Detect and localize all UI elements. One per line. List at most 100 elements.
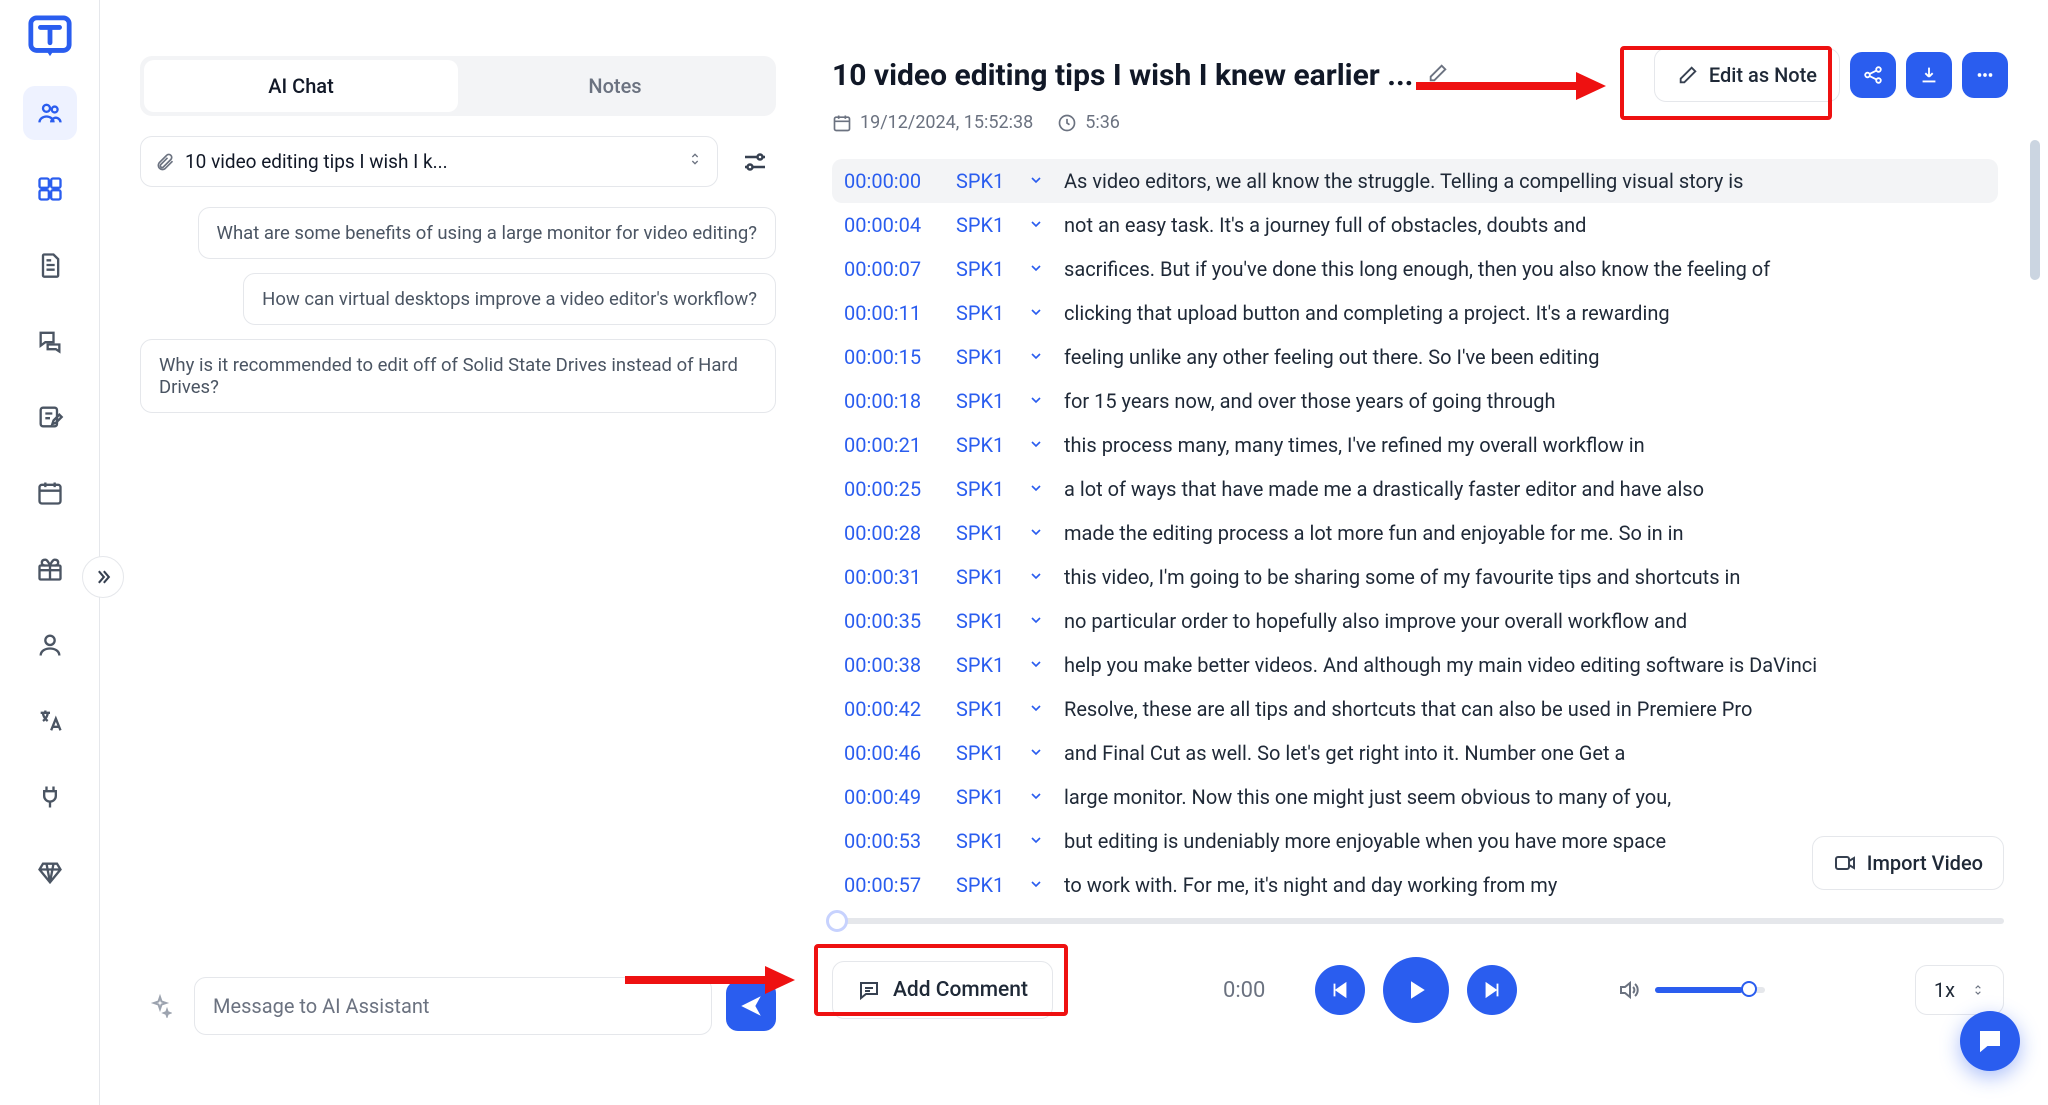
transcript-time[interactable]: 00:00:21: [844, 433, 940, 457]
nav-language-icon[interactable]: [23, 694, 77, 748]
scrollbar[interactable]: [2030, 140, 2040, 280]
nav-user-icon[interactable]: [23, 618, 77, 672]
chevron-down-icon[interactable]: [1028, 521, 1048, 545]
nav-document-icon[interactable]: [23, 238, 77, 292]
playback-track[interactable]: [832, 918, 2004, 924]
transcript-speaker[interactable]: SPK1: [956, 301, 1012, 325]
chevron-down-icon[interactable]: [1028, 345, 1048, 369]
transcript-speaker[interactable]: SPK1: [956, 477, 1012, 501]
transcript-row[interactable]: 00:00:28SPK1made the editing process a l…: [832, 511, 1998, 555]
transcript-speaker[interactable]: SPK1: [956, 741, 1012, 765]
chevron-down-icon[interactable]: [1028, 301, 1048, 325]
chat-settings-button[interactable]: [734, 141, 776, 183]
transcript-speaker[interactable]: SPK1: [956, 433, 1012, 457]
download-button[interactable]: [1906, 52, 1952, 98]
suggestion-item[interactable]: What are some benefits of using a large …: [198, 207, 776, 259]
nav-grid-icon[interactable]: [23, 162, 77, 216]
transcript-row[interactable]: 00:00:49SPK1large monitor. Now this one …: [832, 775, 1998, 819]
transcript-row[interactable]: 00:00:04SPK1not an easy task. It's a jou…: [832, 203, 1998, 247]
next-button[interactable]: [1467, 965, 1517, 1015]
chevron-down-icon[interactable]: [1028, 257, 1048, 281]
chevron-down-icon[interactable]: [1028, 785, 1048, 809]
transcript-time[interactable]: 00:00:35: [844, 609, 940, 633]
transcript-speaker[interactable]: SPK1: [956, 521, 1012, 545]
transcript-speaker[interactable]: SPK1: [956, 565, 1012, 589]
transcript-time[interactable]: 00:00:42: [844, 697, 940, 721]
tab-notes[interactable]: Notes: [458, 60, 772, 112]
volume-handle[interactable]: [1741, 981, 1757, 997]
transcript-time[interactable]: 00:00:38: [844, 653, 940, 677]
nav-plug-icon[interactable]: [23, 770, 77, 824]
transcript-time[interactable]: 00:00:49: [844, 785, 940, 809]
transcript-time[interactable]: 00:00:25: [844, 477, 940, 501]
prev-button[interactable]: [1315, 965, 1365, 1015]
chevron-down-icon[interactable]: [1028, 741, 1048, 765]
nav-diamond-icon[interactable]: [23, 846, 77, 900]
play-button[interactable]: [1383, 957, 1449, 1023]
transcript-row[interactable]: 00:00:46SPK1and Final Cut as well. So le…: [832, 731, 1998, 775]
edit-as-note-button[interactable]: Edit as Note: [1654, 48, 1840, 102]
transcript-time[interactable]: 00:00:15: [844, 345, 940, 369]
chevron-down-icon[interactable]: [1028, 433, 1048, 457]
chevron-down-icon[interactable]: [1028, 873, 1048, 897]
transcript-row[interactable]: 00:00:00SPK1As video editors, we all kno…: [832, 159, 1998, 203]
transcript-row[interactable]: 00:00:25SPK1a lot of ways that have made…: [832, 467, 1998, 511]
transcript-row[interactable]: 00:00:21SPK1this process many, many time…: [832, 423, 1998, 467]
transcript-row[interactable]: 00:00:07SPK1sacrifices. But if you've do…: [832, 247, 1998, 291]
transcript-speaker[interactable]: SPK1: [956, 609, 1012, 633]
transcript-row[interactable]: 00:00:15SPK1feeling unlike any other fee…: [832, 335, 1998, 379]
import-video-button[interactable]: Import Video: [1812, 836, 2004, 890]
transcript-time[interactable]: 00:00:04: [844, 213, 940, 237]
transcript-speaker[interactable]: SPK1: [956, 829, 1012, 853]
nav-people-icon[interactable]: [23, 86, 77, 140]
transcript-time[interactable]: 00:00:57: [844, 873, 940, 897]
playback-handle[interactable]: [826, 910, 848, 932]
transcript-speaker[interactable]: SPK1: [956, 653, 1012, 677]
transcript-speaker[interactable]: SPK1: [956, 257, 1012, 281]
transcript-time[interactable]: 00:00:11: [844, 301, 940, 325]
transcript-time[interactable]: 00:00:31: [844, 565, 940, 589]
chevron-down-icon[interactable]: [1028, 389, 1048, 413]
source-file-chip[interactable]: 10 video editing tips I wish I k...: [140, 136, 718, 187]
suggestion-item[interactable]: How can virtual desktops improve a video…: [243, 273, 776, 325]
nav-edit-note-icon[interactable]: [23, 390, 77, 444]
chevron-down-icon[interactable]: [1028, 829, 1048, 853]
transcript-speaker[interactable]: SPK1: [956, 873, 1012, 897]
chevron-down-icon[interactable]: [1028, 169, 1048, 193]
transcript-time[interactable]: 00:00:00: [844, 169, 940, 193]
transcript-row[interactable]: 00:00:38SPK1help you make better videos.…: [832, 643, 1998, 687]
transcript-speaker[interactable]: SPK1: [956, 345, 1012, 369]
nav-chat-icon[interactable]: [23, 314, 77, 368]
transcript-speaker[interactable]: SPK1: [956, 213, 1012, 237]
chevron-down-icon[interactable]: [1028, 565, 1048, 589]
transcript-row[interactable]: 00:00:11SPK1clicking that upload button …: [832, 291, 1998, 335]
volume-icon[interactable]: [1617, 978, 1641, 1002]
tab-ai-chat[interactable]: AI Chat: [144, 60, 458, 112]
transcript-speaker[interactable]: SPK1: [956, 389, 1012, 413]
chevron-down-icon[interactable]: [1028, 609, 1048, 633]
chevron-down-icon[interactable]: [1028, 697, 1048, 721]
transcript-time[interactable]: 00:00:46: [844, 741, 940, 765]
chevron-down-icon[interactable]: [1028, 653, 1048, 677]
transcript-time[interactable]: 00:00:18: [844, 389, 940, 413]
expand-sidebar-button[interactable]: [82, 556, 124, 598]
share-button[interactable]: [1850, 52, 1896, 98]
sparkle-icon[interactable]: [140, 986, 180, 1026]
transcript-time[interactable]: 00:00:07: [844, 257, 940, 281]
transcript-speaker[interactable]: SPK1: [956, 169, 1012, 193]
transcript-speaker[interactable]: SPK1: [956, 785, 1012, 809]
chevron-down-icon[interactable]: [1028, 213, 1048, 237]
send-button[interactable]: [726, 981, 776, 1031]
playback-speed-selector[interactable]: 1x: [1915, 965, 2004, 1015]
transcript-row[interactable]: 00:00:35SPK1no particular order to hopef…: [832, 599, 1998, 643]
transcript-row[interactable]: 00:00:31SPK1this video, I'm going to be …: [832, 555, 1998, 599]
more-button[interactable]: [1962, 52, 2008, 98]
transcript-time[interactable]: 00:00:28: [844, 521, 940, 545]
transcript-time[interactable]: 00:00:53: [844, 829, 940, 853]
transcript-speaker[interactable]: SPK1: [956, 697, 1012, 721]
nav-gift-icon[interactable]: [23, 542, 77, 596]
chevron-down-icon[interactable]: [1028, 477, 1048, 501]
transcript-row[interactable]: 00:00:18SPK1for 15 years now, and over t…: [832, 379, 1998, 423]
volume-track[interactable]: [1655, 987, 1765, 993]
nav-calendar-icon[interactable]: [23, 466, 77, 520]
